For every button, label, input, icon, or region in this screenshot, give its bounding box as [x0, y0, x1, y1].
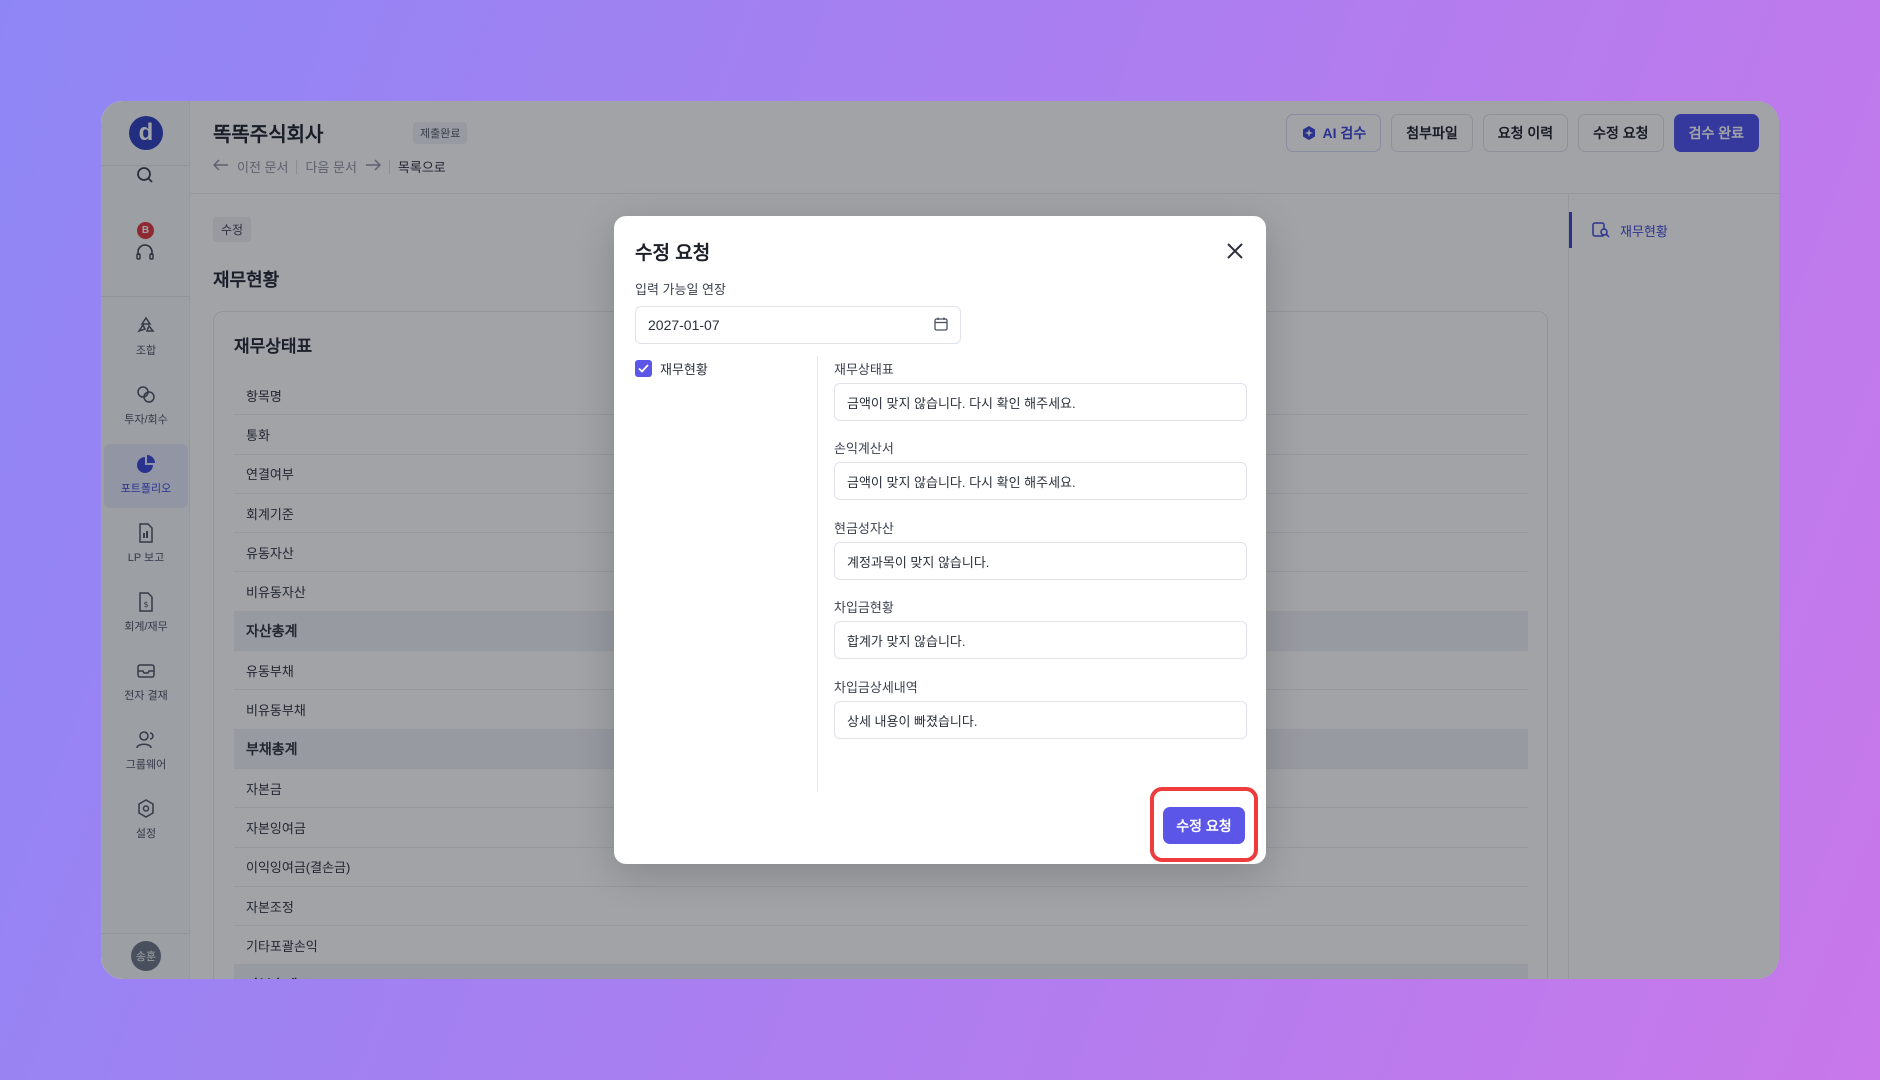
- checkbox-checked[interactable]: [635, 360, 652, 377]
- field-label: 손익계산서: [834, 441, 894, 456]
- checkbox-label: 재무현황: [660, 362, 708, 377]
- income-statement-comment-input[interactable]: 금액이 맞지 않습니다. 다시 확인 해주세요.: [834, 462, 1247, 500]
- balance-sheet-comment-input[interactable]: 금액이 맞지 않습니다. 다시 확인 해주세요.: [834, 383, 1247, 421]
- field-label: 재무상태표: [834, 362, 894, 377]
- date-value: 2027-01-07: [648, 317, 720, 333]
- modal-divider: [817, 356, 818, 792]
- highlight-box: [1150, 787, 1258, 862]
- date-picker-input[interactable]: 2027-01-07: [635, 306, 961, 344]
- revision-request-modal: 수정 요청 입력 가능일 연장 2027-01-07 재무현황 재무상태표 금액…: [614, 216, 1266, 864]
- modal-title: 수정 요청: [635, 243, 711, 264]
- borrowing-details-comment-input[interactable]: 상세 내용이 빠졌습니다.: [834, 701, 1247, 739]
- calendar-icon[interactable]: [934, 317, 948, 334]
- financial-status-checkbox-row[interactable]: 재무현황: [635, 359, 708, 378]
- field-label: 차입금상세내역: [834, 680, 918, 695]
- cash-equivalents-comment-input[interactable]: 계정과목이 맞지 않습니다.: [834, 542, 1247, 580]
- date-extension-label: 입력 가능일 연장: [635, 282, 726, 297]
- close-icon[interactable]: [1222, 238, 1248, 264]
- field-label: 현금성자산: [834, 521, 894, 536]
- borrowings-comment-input[interactable]: 합계가 맞지 않습니다.: [834, 621, 1247, 659]
- field-label: 차입금현황: [834, 600, 894, 615]
